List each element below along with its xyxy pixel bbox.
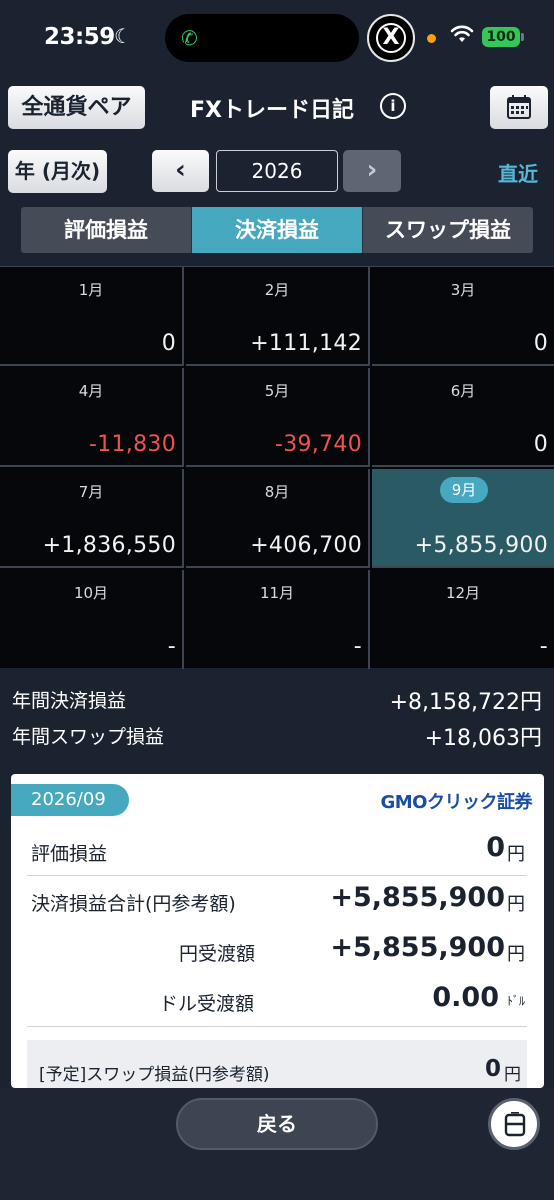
yearly-settled-row: 年間決済損益 +8,158,722円 [0,680,554,716]
status-time: 23:59 [44,24,115,50]
battery-tip [521,33,524,41]
month-label: 2月 [264,281,290,299]
scheduled-swap-row: [予定]スワップ損益(円参考額) 0 円 [27,1040,527,1088]
month-value: +1,836,550 [42,533,176,558]
month-detail-card: 2026/09 GMOクリック証券 評価損益 0 円 決済損益合計(円参考額) … [11,774,544,1088]
month-cell-selected[interactable]: 9月 +5,855,900 [372,469,554,568]
month-value: -39,740 [274,432,362,457]
month-cell[interactable]: 8月 +406,700 [186,469,370,568]
assist-icon [504,1112,526,1137]
period-mode-button[interactable]: 年 (月次) [8,150,107,193]
scheduled-swap-value: 0 [484,1056,501,1082]
prev-year-button[interactable]: ‹ [152,150,209,192]
assist-button[interactable] [488,1098,540,1150]
month-cell[interactable]: 1月 0 [0,267,184,366]
scheduled-swap-label: [予定]スワップ損益(円参考額) [39,1065,270,1085]
status-bar: 23:59 ☾ ✆ X 100 [0,0,554,76]
month-label: 3月 [450,281,476,299]
month-cell[interactable]: 3月 0 [372,267,554,366]
detail-label: ドル受渡額 [159,993,255,1015]
month-cell[interactable]: 2月 +111,142 [186,267,370,366]
x-app-icon: X [367,14,415,62]
currency-pair-button[interactable]: 全通貨ペア [8,86,145,129]
yearly-swap-value: +18,063円 [424,726,542,751]
detail-value: +5,855,900 [330,932,505,963]
month-label: 10月 [73,584,109,602]
month-value: 0 [533,432,548,457]
recording-dot-icon [427,34,436,43]
scheduled-swap-unit: 円 [504,1065,521,1085]
month-grid: 1月 0 2月 +111,142 3月 0 4月 -11,830 5月 -39,… [0,266,554,669]
detail-unit: 円 [507,894,525,915]
tab-valuation[interactable]: 評価損益 [21,207,192,253]
moon-icon: ☾ [114,24,132,48]
page-title: FXトレード日記 [190,98,354,123]
month-label: 8月 [264,483,290,501]
detail-row: 評価損益 0 円 [27,830,525,874]
pnl-tabs: 評価損益 決済損益 スワップ損益 [21,207,533,253]
month-cell[interactable]: 7月 +1,836,550 [0,469,184,568]
month-cell[interactable]: 11月 - [186,570,370,669]
month-label: 12月 [445,584,481,602]
battery-icon: 100 [482,27,520,47]
bottom-bar: 戻る [0,1088,554,1200]
detail-row: 決済損益合計(円参考額) +5,855,900 円 [27,880,525,924]
month-cell[interactable]: 5月 -39,740 [186,368,370,467]
detail-label: 円受渡額 [179,943,256,965]
phone-icon: ✆ [181,26,198,50]
yearly-swap-label: 年間スワップ損益 [12,726,165,748]
calendar-button[interactable] [490,86,548,129]
month-value: 0 [533,331,548,356]
month-value: +5,855,900 [414,533,548,558]
yearly-settled-value: +8,158,722円 [389,690,542,715]
info-icon[interactable]: i [380,93,406,119]
back-button[interactable]: 戻る [176,1098,378,1150]
year-display[interactable]: 2026 [216,150,338,192]
tab-settled[interactable]: 決済損益 [192,207,363,253]
detail-row: 円受渡額 +5,855,900 円 [27,930,525,974]
gmo-click-logo: GMOクリック証券 [380,792,533,813]
detail-unit: ﾄﾞﾙ [506,994,525,1008]
detail-value: 0 [486,832,505,863]
yearly-swap-row: 年間スワップ損益 +18,063円 [0,716,554,752]
detail-unit: 円 [507,844,525,865]
month-value: +111,142 [250,331,362,356]
month-label: 6月 [450,382,476,400]
detail-value: 0.00 [432,982,499,1013]
recent-link[interactable]: 直近 [498,158,538,187]
month-label: 7月 [78,483,104,501]
month-value: -11,830 [88,432,176,457]
month-label-selected: 9月 [440,477,488,503]
month-value: 0 [161,331,176,356]
month-label: 11月 [259,584,295,602]
detail-date: 2026/09 [11,784,129,816]
calendar-icon [507,95,531,119]
month-value: - [167,634,176,659]
detail-value: +5,855,900 [330,882,505,913]
month-label: 4月 [78,382,104,400]
detail-label: 評価損益 [31,843,108,865]
month-cell[interactable]: 6月 0 [372,368,554,467]
tab-swap[interactable]: スワップ損益 [363,207,533,253]
month-cell[interactable]: 4月 -11,830 [0,368,184,467]
detail-label: 決済損益合計(円参考額) [31,893,236,915]
month-cell[interactable]: 10月 - [0,570,184,669]
detail-unit: 円 [507,944,525,965]
month-label: 1月 [78,281,104,299]
month-value: - [353,634,362,659]
divider [27,875,527,876]
divider [27,1026,527,1027]
month-value: +406,700 [250,533,362,558]
month-cell[interactable]: 12月 - [372,570,554,669]
detail-row: ドル受渡額 0.00 ﾄﾞﾙ [27,980,525,1024]
month-value: - [539,634,548,659]
yearly-settled-label: 年間決済損益 [12,690,127,712]
wifi-icon [450,25,474,42]
month-label: 5月 [264,382,290,400]
dynamic-island: ✆ [165,14,359,62]
next-year-button[interactable]: › [343,150,401,192]
